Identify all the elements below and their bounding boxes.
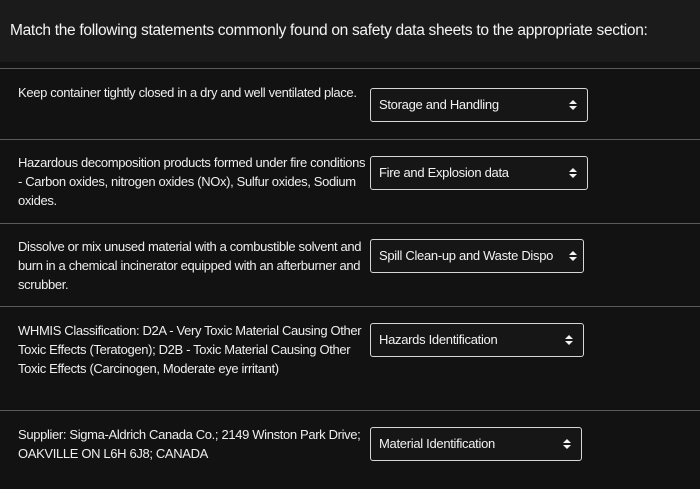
section-select[interactable]: Storage and Handling xyxy=(370,88,588,122)
select-value: Hazards Identification xyxy=(379,332,498,347)
question-header: Match the following statements commonly … xyxy=(0,0,700,62)
caret-updown-icon xyxy=(568,250,578,262)
match-row: Hazardous decomposition products formed … xyxy=(0,139,700,223)
select-value: Spill Clean-up and Waste Dispo xyxy=(379,248,554,263)
match-row: WHMIS Classification: D2A - Very Toxic M… xyxy=(0,306,700,410)
caret-updown-icon xyxy=(568,99,578,111)
match-row: Supplier: Sigma-Aldrich Canada Co.; 2149… xyxy=(0,410,700,489)
caret-updown-icon xyxy=(562,438,572,450)
select-value: Material Identification xyxy=(379,436,495,451)
caret-updown-icon xyxy=(564,334,574,346)
section-select[interactable]: Material Identification xyxy=(370,427,582,461)
section-select[interactable]: Spill Clean-up and Waste Dispo xyxy=(370,239,584,273)
section-select[interactable]: Hazards Identification xyxy=(370,323,584,357)
caret-updown-icon xyxy=(568,167,578,179)
statement-text: Hazardous decomposition products formed … xyxy=(18,155,366,208)
statement-text: WHMIS Classification: D2A - Very Toxic M… xyxy=(18,323,362,376)
match-row: Keep container tightly closed in a dry a… xyxy=(0,68,700,139)
match-row: Dissolve or mix unused material with a c… xyxy=(0,223,700,306)
statement-text: Dissolve or mix unused material with a c… xyxy=(18,239,362,292)
question-prompt: Match the following statements commonly … xyxy=(10,22,648,39)
statement-text: Supplier: Sigma-Aldrich Canada Co.; 2149… xyxy=(18,427,361,461)
select-value: Fire and Explosion data xyxy=(379,165,509,180)
section-select[interactable]: Fire and Explosion data xyxy=(370,156,588,190)
statement-text: Keep container tightly closed in a dry a… xyxy=(18,85,357,100)
select-value: Storage and Handling xyxy=(379,97,499,112)
